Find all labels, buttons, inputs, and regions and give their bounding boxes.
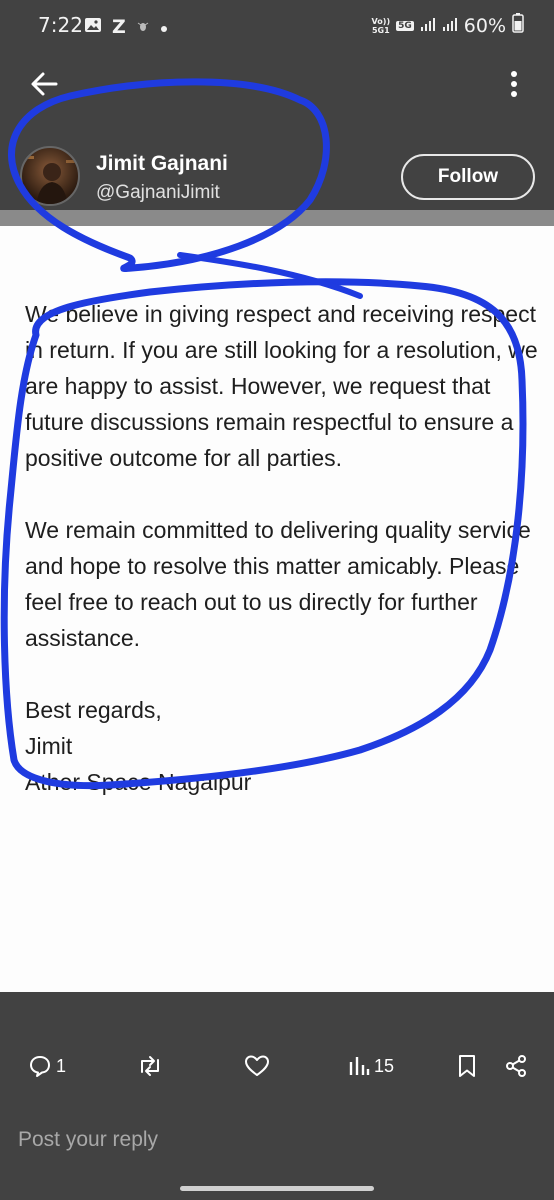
avatar-photo <box>26 156 76 204</box>
reply-button[interactable]: 1 <box>28 1046 66 1086</box>
share-button[interactable] <box>504 1046 528 1086</box>
user-handle[interactable]: @GajnaniJimit <box>96 182 220 204</box>
post-paragraph-1: We believe in giving respect and receivi… <box>25 301 538 471</box>
image-top-border <box>0 210 554 226</box>
signal-icon <box>420 15 436 37</box>
top-bar <box>0 52 554 114</box>
avatar[interactable] <box>20 146 80 206</box>
like-button[interactable] <box>244 1046 270 1086</box>
back-button[interactable] <box>26 66 62 102</box>
share-icon <box>506 1055 526 1077</box>
views-count: 15 <box>374 1055 395 1076</box>
post-signer: Jimit <box>25 733 73 759</box>
bookmark-button[interactable] <box>456 1046 478 1086</box>
heart-icon <box>245 1055 269 1076</box>
volte-indicator: Vo)) 5G1 <box>372 17 391 35</box>
dot-icon <box>160 18 168 37</box>
reply-input[interactable] <box>18 1120 538 1160</box>
post-signoff: Best regards, <box>25 697 162 723</box>
battery-percent: 60% <box>463 14 506 37</box>
vertical-dots-icon <box>511 71 517 97</box>
home-indicator[interactable] <box>180 1186 374 1191</box>
z-notification-icon: Z <box>112 16 126 38</box>
repost-button[interactable] <box>136 1046 164 1086</box>
post-image[interactable]: We believe in giving respect and receivi… <box>0 226 554 992</box>
repost-icon <box>141 1056 159 1076</box>
5g-badge: 5G <box>396 20 414 31</box>
display-name[interactable]: Jimit Gajnani <box>96 152 228 176</box>
network-label: 5G1 <box>371 25 390 35</box>
post-text: We believe in giving respect and receivi… <box>25 296 545 800</box>
status-bar: 7:22 Z Vo)) 5G1 5G 60% <box>0 0 554 52</box>
status-left-icons: Z <box>84 16 168 38</box>
back-arrow-icon <box>31 72 58 96</box>
image-icon <box>84 17 102 37</box>
status-right: Vo)) 5G1 5G 60% <box>372 13 524 38</box>
author-row: Jimit Gajnani @GajnaniJimit Follow <box>0 140 554 210</box>
comment-icon <box>30 1056 50 1077</box>
volte-label: Vo)) <box>371 16 391 26</box>
bug-icon <box>136 18 150 37</box>
status-time: 7:22 <box>38 13 83 37</box>
post-signer-org: Ather Space Nagalpur <box>25 769 252 795</box>
signal-icon <box>442 15 458 37</box>
follow-button[interactable]: Follow <box>401 154 535 200</box>
reply-count: 1 <box>56 1055 67 1076</box>
post-paragraph-2: We remain committed to delivering qualit… <box>25 517 531 651</box>
more-options-button[interactable] <box>500 66 528 102</box>
action-bar: 1 15 <box>0 1046 554 1086</box>
battery-icon <box>512 13 524 38</box>
views-button[interactable]: 15 <box>348 1046 394 1086</box>
analytics-icon <box>349 1057 370 1075</box>
bookmark-icon <box>459 1055 475 1077</box>
